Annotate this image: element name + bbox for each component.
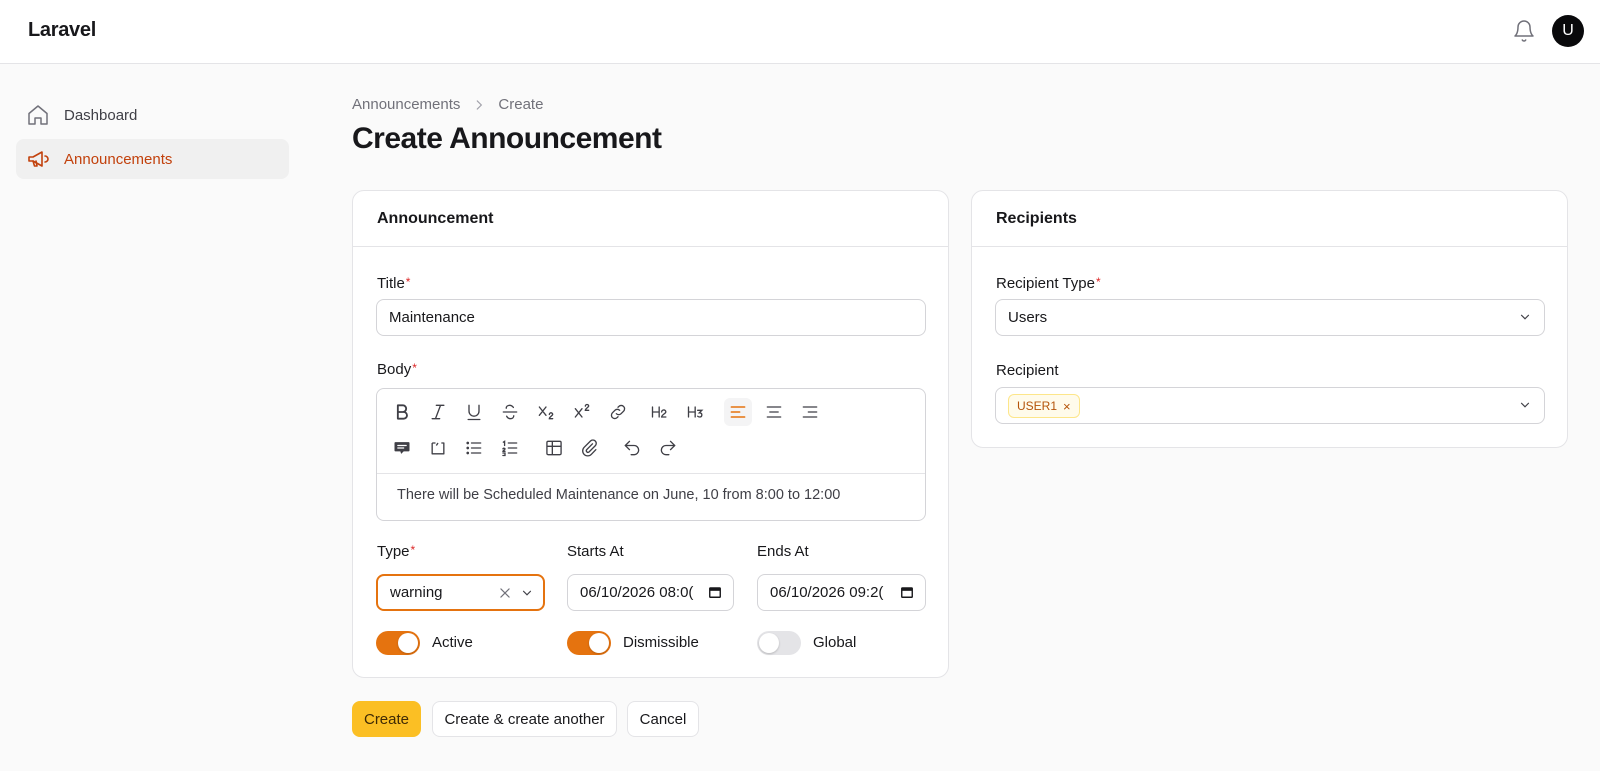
type-label: Type*: [377, 543, 416, 560]
recipient-multiselect[interactable]: USER1 ×: [995, 387, 1545, 424]
toggle-knob: [398, 633, 418, 653]
sidebar-item-label: Announcements: [64, 150, 173, 168]
type-select[interactable]: warning: [376, 574, 545, 611]
toggle-knob: [589, 633, 609, 653]
code-block-icon[interactable]: [424, 434, 452, 462]
strikethrough-icon[interactable]: [496, 398, 524, 426]
bullet-list-icon[interactable]: [460, 434, 488, 462]
global-label: Global: [813, 634, 857, 651]
announcement-card-heading: Announcement: [353, 191, 948, 247]
align-center-icon[interactable]: [760, 398, 788, 426]
recipient-label: Recipient: [996, 362, 1059, 379]
chevron-down-icon: [1520, 402, 1530, 408]
editor-divider: [377, 473, 925, 474]
chevron-down-icon: [522, 590, 532, 596]
recipient-type-value: Users: [1008, 309, 1048, 326]
dismissible-toggle[interactable]: [567, 631, 611, 655]
tag-remove-icon[interactable]: ×: [1063, 399, 1071, 414]
undo-icon[interactable]: [618, 434, 646, 462]
create-button[interactable]: Create: [352, 701, 421, 737]
page-title: Create Announcement: [352, 122, 662, 155]
active-label: Active: [432, 634, 473, 651]
heading-3-icon[interactable]: [682, 398, 710, 426]
cancel-button[interactable]: Cancel: [627, 701, 699, 737]
global-toggle[interactable]: [757, 631, 801, 655]
ends-at-input[interactable]: 06/10/2026 09:2(: [757, 574, 926, 611]
top-bar: Laravel U: [0, 0, 1600, 64]
superscript-icon[interactable]: [568, 398, 596, 426]
body-label: Body*: [377, 361, 417, 378]
announcement-card: Announcement Title* Maintenance Body* Th…: [352, 190, 949, 678]
starts-at-value: 06/10/2026 08:0(: [580, 584, 694, 601]
ordered-list-icon[interactable]: [496, 434, 524, 462]
sidebar-item-label: Dashboard: [64, 106, 138, 124]
ends-at-label: Ends At: [757, 543, 809, 560]
breadcrumb-current: Create: [498, 96, 544, 113]
starts-at-input[interactable]: 06/10/2026 08:0(: [567, 574, 734, 611]
chevron-right-icon: [477, 99, 483, 110]
recipient-type-select[interactable]: Users: [995, 299, 1545, 336]
bell-icon[interactable]: [1512, 19, 1536, 43]
clear-icon[interactable]: [498, 586, 512, 600]
subscript-icon[interactable]: [532, 398, 560, 426]
sidebar-item-announcements[interactable]: Announcements: [16, 139, 289, 179]
recipient-tag: USER1 ×: [1008, 394, 1080, 418]
align-right-icon[interactable]: [796, 398, 824, 426]
body-rich-editor[interactable]: There will be Scheduled Maintenance on J…: [376, 388, 926, 521]
megaphone-icon: [28, 151, 49, 167]
blockquote-icon[interactable]: [388, 434, 416, 462]
calendar-icon[interactable]: [708, 585, 722, 599]
title-label: Title*: [377, 275, 411, 292]
body-text[interactable]: There will be Scheduled Maintenance on J…: [397, 487, 840, 503]
align-left-icon[interactable]: [724, 398, 752, 426]
calendar-icon[interactable]: [900, 585, 914, 599]
breadcrumb-parent[interactable]: Announcements: [352, 96, 460, 113]
home-icon: [28, 105, 48, 125]
link-icon[interactable]: [604, 398, 632, 426]
dismissible-label: Dismissible: [623, 634, 699, 651]
recipients-card-heading: Recipients: [972, 191, 1567, 247]
user-avatar[interactable]: U: [1552, 15, 1584, 47]
title-input[interactable]: Maintenance: [376, 299, 926, 336]
starts-at-label: Starts At: [567, 543, 624, 560]
create-another-button[interactable]: Create & create another: [432, 701, 617, 737]
italic-icon[interactable]: [424, 398, 452, 426]
recipient-tag-label: USER1: [1017, 399, 1058, 413]
toggle-knob: [759, 633, 779, 653]
type-value: warning: [390, 584, 443, 601]
redo-icon[interactable]: [654, 434, 682, 462]
active-toggle[interactable]: [376, 631, 420, 655]
breadcrumb: Announcements Create: [352, 96, 543, 113]
bold-icon[interactable]: [388, 398, 416, 426]
chevron-down-icon: [1520, 314, 1530, 320]
recipient-type-label: Recipient Type*: [996, 275, 1101, 292]
sidebar-item-dashboard[interactable]: Dashboard: [16, 95, 289, 135]
brand-logo[interactable]: Laravel: [28, 19, 96, 42]
underline-icon[interactable]: [460, 398, 488, 426]
attach-file-icon[interactable]: [576, 434, 604, 462]
ends-at-value: 06/10/2026 09:2(: [770, 584, 884, 601]
heading-2-icon[interactable]: [646, 398, 674, 426]
recipients-card: Recipients Recipient Type* Users Recipie…: [971, 190, 1568, 448]
table-icon[interactable]: [540, 434, 568, 462]
